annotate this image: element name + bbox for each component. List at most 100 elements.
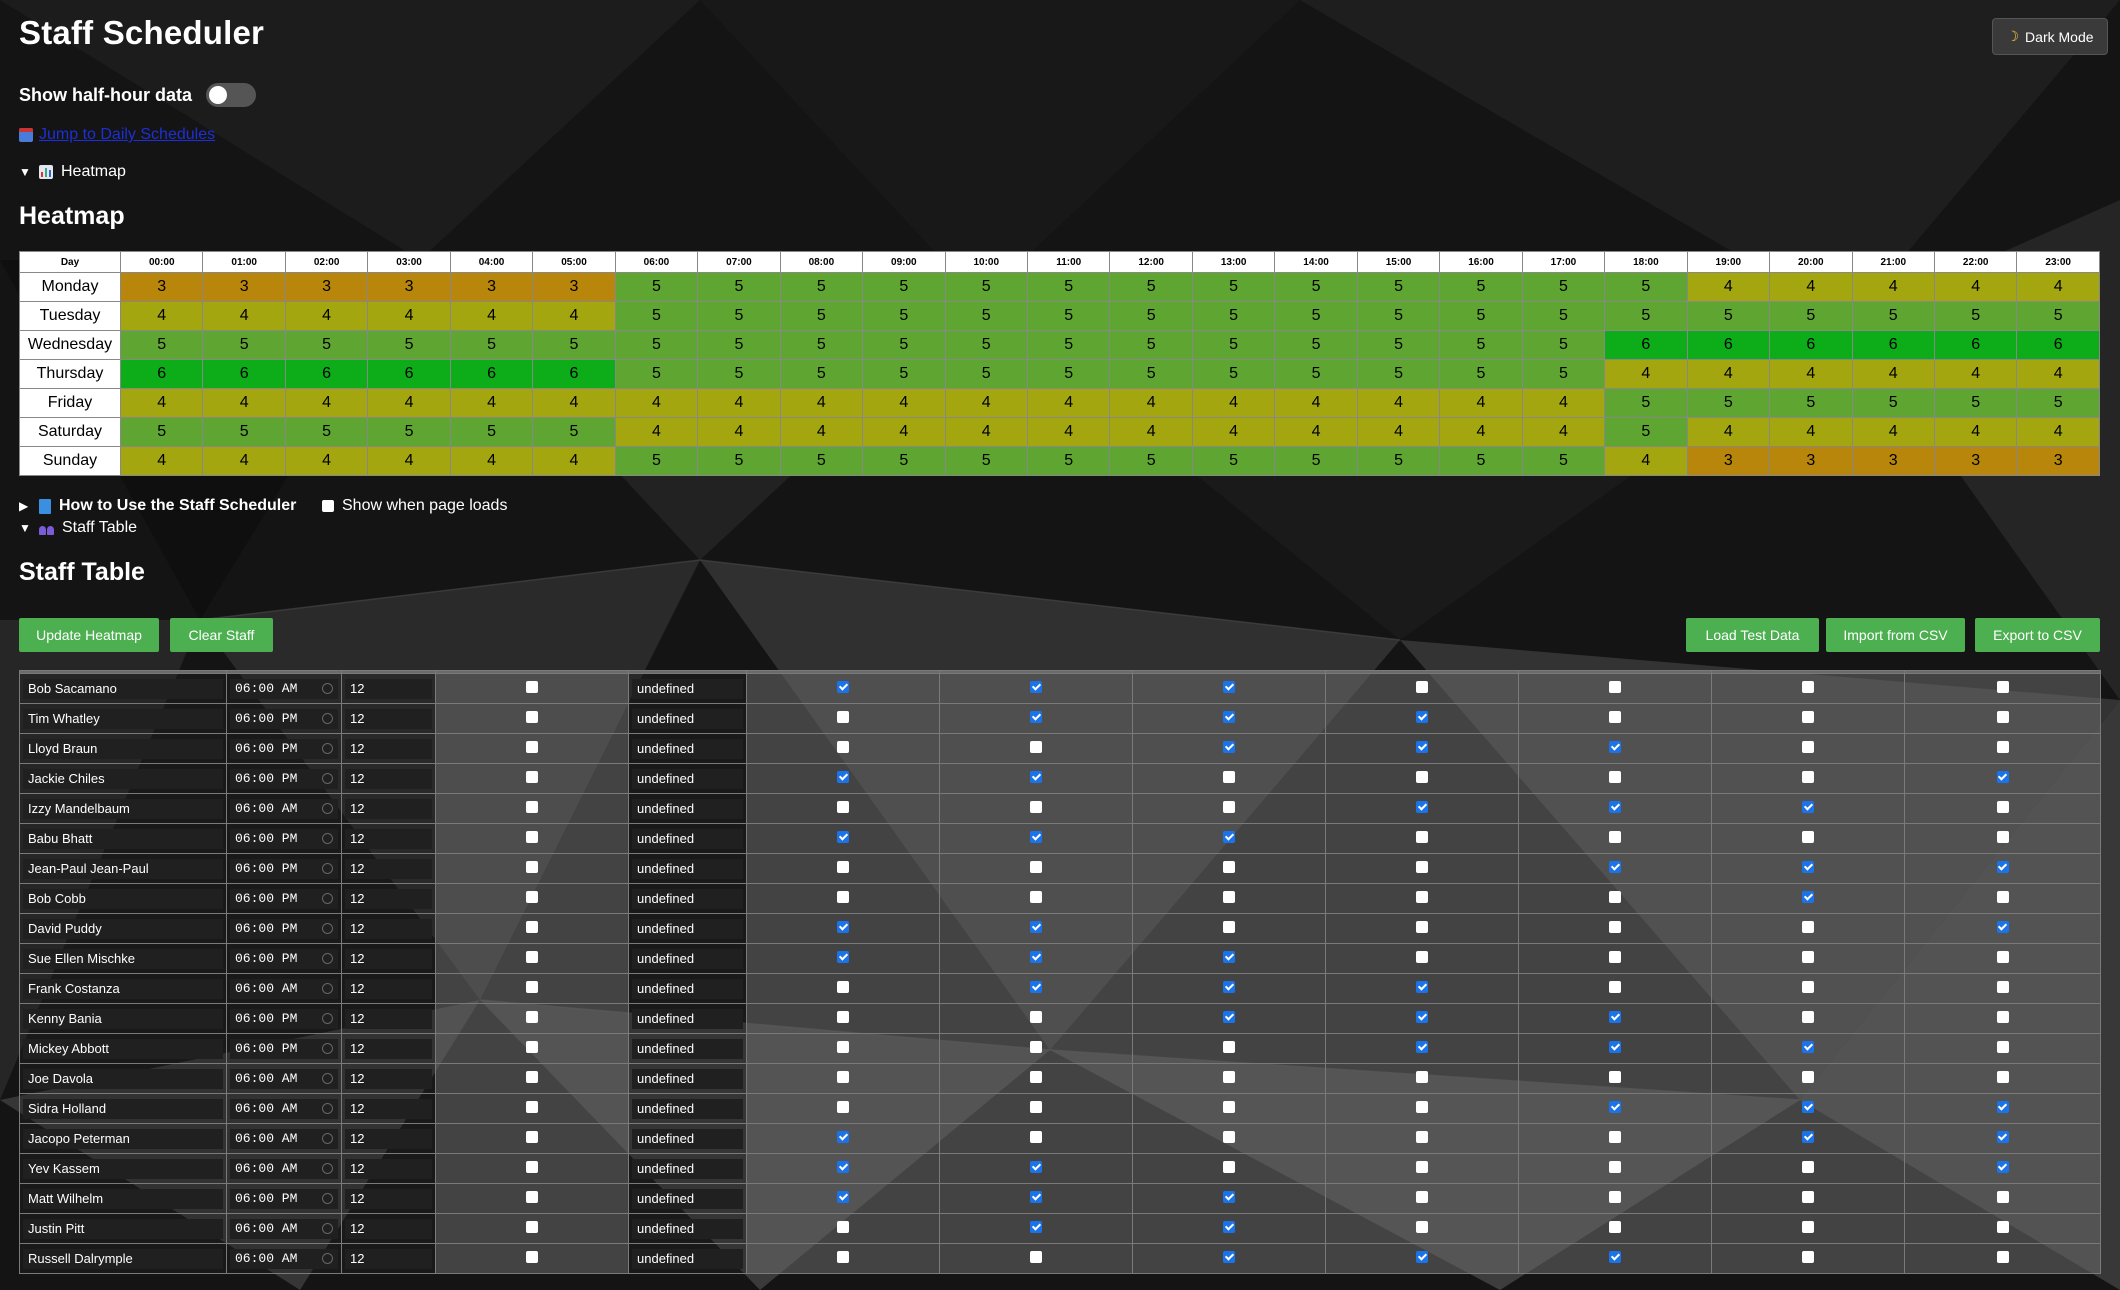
- day-checkbox[interactable]: [1802, 680, 1814, 693]
- day-checkbox[interactable]: [1223, 1130, 1235, 1143]
- staff-name-input[interactable]: Bob Sacamano: [23, 678, 223, 699]
- staff-name-input[interactable]: Jacopo Peterman: [23, 1128, 223, 1149]
- day-checkbox[interactable]: [1996, 1220, 2009, 1233]
- day-checkbox[interactable]: [1609, 680, 1621, 693]
- staff-value-input[interactable]: undefined: [632, 678, 743, 699]
- staff-value-input[interactable]: undefined: [632, 1098, 743, 1119]
- day-checkbox[interactable]: [837, 860, 849, 873]
- day-checkbox[interactable]: [1416, 1220, 1428, 1233]
- day-checkbox[interactable]: [1996, 1130, 2009, 1143]
- day-checkbox[interactable]: [1609, 740, 1621, 753]
- staff-flag-checkbox[interactable]: [526, 1070, 538, 1083]
- day-checkbox[interactable]: [837, 1130, 849, 1143]
- day-checkbox[interactable]: [1416, 1190, 1428, 1203]
- day-checkbox[interactable]: [1223, 890, 1235, 903]
- heatmap-summary-toggle[interactable]: ▼ Heatmap: [19, 163, 126, 181]
- day-checkbox[interactable]: [1802, 1160, 1814, 1173]
- staff-flag-checkbox[interactable]: [526, 1130, 538, 1143]
- day-checkbox[interactable]: [1802, 890, 1814, 903]
- day-checkbox[interactable]: [1609, 1130, 1621, 1143]
- day-checkbox[interactable]: [1416, 980, 1428, 993]
- shift-hours-input[interactable]: 12: [345, 1158, 432, 1179]
- day-checkbox[interactable]: [837, 710, 849, 723]
- day-checkbox[interactable]: [1609, 860, 1621, 873]
- day-checkbox[interactable]: [1223, 860, 1235, 873]
- start-time-input[interactable]: 06:00 PM: [230, 858, 338, 879]
- shift-hours-input[interactable]: 12: [345, 1068, 432, 1089]
- start-time-input[interactable]: 06:00 PM: [230, 708, 338, 729]
- day-checkbox[interactable]: [1802, 920, 1814, 933]
- day-checkbox[interactable]: [1223, 1190, 1235, 1203]
- day-checkbox[interactable]: [1416, 1160, 1428, 1173]
- shift-hours-input[interactable]: 12: [345, 1248, 432, 1269]
- day-checkbox[interactable]: [837, 1220, 849, 1233]
- start-time-input[interactable]: 06:00 PM: [230, 828, 338, 849]
- day-checkbox[interactable]: [1223, 950, 1235, 963]
- day-checkbox[interactable]: [1996, 1040, 2009, 1053]
- start-time-input[interactable]: 06:00 AM: [230, 1158, 338, 1179]
- day-checkbox[interactable]: [1030, 1190, 1042, 1203]
- day-checkbox[interactable]: [1030, 860, 1042, 873]
- staff-flag-checkbox[interactable]: [526, 1160, 538, 1173]
- day-checkbox[interactable]: [1030, 1070, 1042, 1083]
- day-checkbox[interactable]: [1416, 680, 1428, 693]
- half-hour-toggle[interactable]: [206, 83, 256, 107]
- day-checkbox[interactable]: [1223, 1100, 1235, 1113]
- day-checkbox[interactable]: [1609, 830, 1621, 843]
- day-checkbox[interactable]: [1030, 920, 1042, 933]
- day-checkbox[interactable]: [1996, 1070, 2009, 1083]
- staff-value-input[interactable]: undefined: [632, 768, 743, 789]
- day-checkbox[interactable]: [1030, 800, 1042, 813]
- shift-hours-input[interactable]: 12: [345, 678, 432, 699]
- staff-flag-checkbox[interactable]: [526, 710, 538, 723]
- day-checkbox[interactable]: [1223, 1220, 1235, 1233]
- day-checkbox[interactable]: [1030, 1040, 1042, 1053]
- staff-flag-checkbox[interactable]: [526, 890, 538, 903]
- day-checkbox[interactable]: [1416, 890, 1428, 903]
- staff-name-input[interactable]: Izzy Mandelbaum: [23, 798, 223, 819]
- show-on-load-checkbox[interactable]: [322, 500, 334, 512]
- day-checkbox[interactable]: [1223, 1040, 1235, 1053]
- day-checkbox[interactable]: [1996, 680, 2009, 693]
- shift-hours-input[interactable]: 12: [345, 738, 432, 759]
- start-time-input[interactable]: 06:00 AM: [230, 1068, 338, 1089]
- day-checkbox[interactable]: [1416, 1130, 1428, 1143]
- load-test-data-button[interactable]: Load Test Data: [1686, 618, 1819, 652]
- day-checkbox[interactable]: [1802, 950, 1814, 963]
- day-checkbox[interactable]: [837, 800, 849, 813]
- shift-hours-input[interactable]: 12: [345, 1188, 432, 1209]
- day-checkbox[interactable]: [1223, 1160, 1235, 1173]
- day-checkbox[interactable]: [1030, 710, 1042, 723]
- shift-hours-input[interactable]: 12: [345, 1128, 432, 1149]
- day-checkbox[interactable]: [1996, 1190, 2009, 1203]
- staff-name-input[interactable]: Jackie Chiles: [23, 768, 223, 789]
- day-checkbox[interactable]: [1030, 1250, 1042, 1263]
- staff-value-input[interactable]: undefined: [632, 918, 743, 939]
- day-checkbox[interactable]: [1609, 1160, 1621, 1173]
- day-checkbox[interactable]: [1030, 950, 1042, 963]
- shift-hours-input[interactable]: 12: [345, 948, 432, 969]
- day-checkbox[interactable]: [1030, 830, 1042, 843]
- start-time-input[interactable]: 06:00 AM: [230, 1098, 338, 1119]
- day-checkbox[interactable]: [837, 950, 849, 963]
- day-checkbox[interactable]: [1223, 920, 1235, 933]
- day-checkbox[interactable]: [1802, 980, 1814, 993]
- day-checkbox[interactable]: [1802, 710, 1814, 723]
- day-checkbox[interactable]: [1416, 740, 1428, 753]
- day-checkbox[interactable]: [1609, 770, 1621, 783]
- staff-value-input[interactable]: undefined: [632, 738, 743, 759]
- day-checkbox[interactable]: [1802, 830, 1814, 843]
- day-checkbox[interactable]: [837, 770, 849, 783]
- staff-name-input[interactable]: Frank Costanza: [23, 978, 223, 999]
- staff-flag-checkbox[interactable]: [526, 770, 538, 783]
- import-csv-button[interactable]: Import from CSV: [1826, 618, 1965, 652]
- staff-value-input[interactable]: undefined: [632, 1188, 743, 1209]
- day-checkbox[interactable]: [1030, 980, 1042, 993]
- day-checkbox[interactable]: [837, 1100, 849, 1113]
- staff-name-input[interactable]: Kenny Bania: [23, 1008, 223, 1029]
- day-checkbox[interactable]: [1609, 1010, 1621, 1023]
- staff-name-input[interactable]: Bob Cobb: [23, 888, 223, 909]
- day-checkbox[interactable]: [1223, 1010, 1235, 1023]
- day-checkbox[interactable]: [1996, 830, 2009, 843]
- day-checkbox[interactable]: [1609, 920, 1621, 933]
